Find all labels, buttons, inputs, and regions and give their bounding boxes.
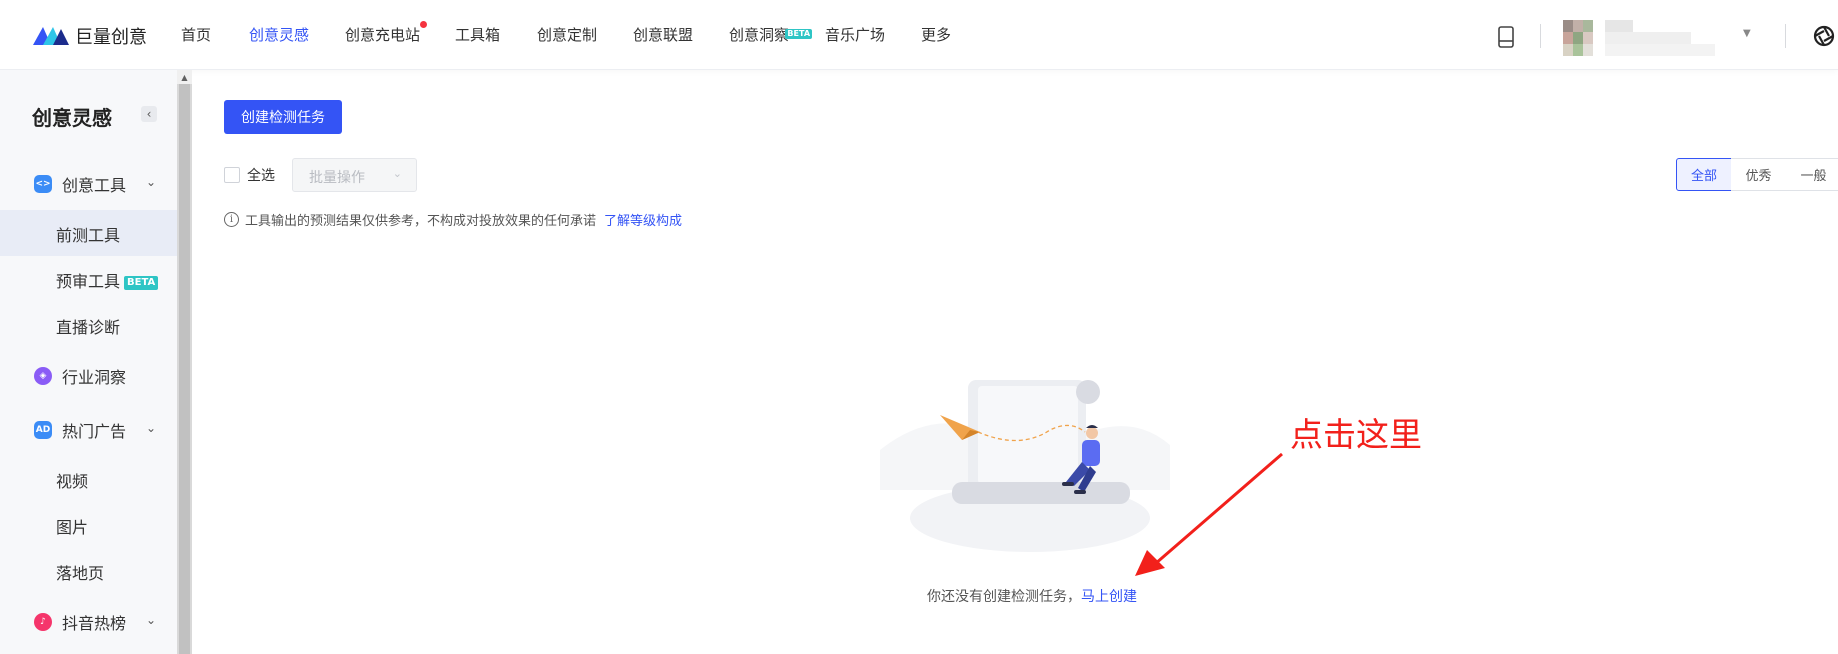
filter-tab-excellent[interactable]: 优秀: [1731, 158, 1787, 191]
scroll-up-arrow-icon[interactable]: ▲: [177, 70, 192, 84]
nav-creative-customization[interactable]: 创意定制: [537, 24, 597, 45]
grade-composition-link[interactable]: 了解等级构成: [604, 210, 682, 229]
sidebar-item-image[interactable]: 图片: [56, 514, 88, 538]
sidebar-group-label: 热门广告: [62, 422, 127, 441]
account-avatar[interactable]: [1563, 20, 1728, 56]
scrollbar-thumb[interactable]: [179, 84, 190, 654]
nav-more[interactable]: 更多: [921, 24, 951, 45]
chevron-down-icon: ⌄: [392, 167, 402, 180]
annotation-arrow-icon: [1135, 452, 1283, 576]
brand-logo[interactable]: 巨量创意: [33, 23, 147, 49]
nav-creative-charging-station-label: 创意充电站: [345, 26, 421, 44]
batch-operation-select[interactable]: 批量操作 ⌄: [292, 158, 417, 192]
nav-creative-charging-station[interactable]: 创意充电站: [345, 21, 428, 45]
divider: [1785, 24, 1786, 48]
nav-creative-alliance[interactable]: 创意联盟: [633, 24, 693, 45]
chevron-down-icon[interactable]: ⌄: [146, 175, 156, 189]
create-now-link[interactable]: 马上创建: [1081, 589, 1137, 605]
beta-badge: BETA: [785, 29, 813, 39]
brand-logo-icon: [33, 27, 69, 45]
sidebar-group-industry-insight[interactable]: ◈ 行业洞察: [34, 364, 126, 388]
chevron-left-icon: ‹: [146, 107, 152, 121]
nav-home[interactable]: 首页: [181, 24, 211, 45]
batch-operation-placeholder: 批量操作: [309, 170, 365, 186]
notice-line: i 工具输出的预测结果仅供参考，不构成对投放效果的任何承诺 了解等级构成: [224, 210, 682, 229]
nav-creative-inspiration[interactable]: 创意灵感: [249, 24, 309, 45]
account-dropdown-caret-icon[interactable]: ▼: [1743, 28, 1751, 39]
sidebar: 创意灵感 ‹ <> 创意工具 ⌄ 前测工具 预审工具 BETA 直播诊断 ◈ 行业…: [0, 70, 177, 654]
sidebar-group-hot-ads[interactable]: AD 热门广告: [34, 418, 126, 442]
chevron-down-icon[interactable]: ⌄: [146, 613, 156, 627]
notice-text: 工具输出的预测结果仅供参考，不构成对投放效果的任何承诺: [245, 214, 597, 229]
sidebar-group-douyin-hot-list[interactable]: ♪ 抖音热榜: [34, 610, 126, 634]
tablet-icon[interactable]: [1497, 26, 1515, 48]
compass-icon: ◈: [34, 367, 52, 385]
info-icon: i: [224, 212, 239, 227]
nav-creative-insight[interactable]: 创意洞察 BETA: [729, 24, 813, 45]
filter-tab-average[interactable]: 一般: [1786, 158, 1838, 191]
notification-dot: [420, 21, 428, 28]
code-tool-icon: <>: [34, 175, 52, 193]
sidebar-item-video[interactable]: 视频: [56, 468, 88, 492]
brand-name: 巨量创意: [75, 27, 147, 48]
select-all-label[interactable]: 全选: [247, 165, 275, 185]
sidebar-title: 创意灵感: [32, 106, 112, 130]
sidebar-item-landing-page[interactable]: 落地页: [56, 560, 104, 584]
nav-toolbox[interactable]: 工具箱: [455, 24, 500, 45]
beta-badge: BETA: [124, 276, 159, 290]
filter-tab-all[interactable]: 全部: [1676, 158, 1732, 191]
nav-creative-insight-label: 创意洞察: [729, 26, 790, 44]
sidebar-item-live-diagnosis[interactable]: 直播诊断: [56, 314, 120, 338]
sidebar-group-label: 创意工具: [62, 176, 127, 195]
annotation-text: 点击这里: [1290, 415, 1422, 454]
create-detection-task-button[interactable]: 创建检测任务: [224, 100, 342, 134]
sidebar-group-label: 行业洞察: [62, 368, 127, 387]
chevron-down-icon[interactable]: ⌄: [146, 421, 156, 435]
sidebar-group-label: 抖音热榜: [62, 614, 127, 633]
empty-state-text: 你还没有创建检测任务，: [927, 589, 1081, 605]
nav-music-square[interactable]: 音乐广场: [825, 24, 885, 45]
aperture-icon[interactable]: [1812, 24, 1836, 48]
tiktok-icon: ♪: [34, 613, 52, 631]
empty-state-message: 你还没有创建检测任务，马上创建: [927, 586, 1137, 606]
collapse-sidebar-button[interactable]: ‹: [141, 106, 157, 122]
sidebar-item-pretest-tool[interactable]: 前测工具: [56, 222, 120, 246]
select-all-checkbox[interactable]: [224, 167, 240, 183]
top-navigation-bar: 巨量创意 首页 创意灵感 创意充电站 工具箱 创意定制 创意联盟 创意洞察 BE…: [0, 0, 1838, 70]
sidebar-item-prereview-tool[interactable]: 预审工具 BETA: [56, 268, 159, 292]
sidebar-item-label: 预审工具: [56, 272, 121, 291]
sidebar-group-creative-tools[interactable]: <> 创意工具: [34, 172, 126, 196]
divider: [1540, 24, 1541, 48]
ad-icon: AD: [34, 421, 52, 439]
